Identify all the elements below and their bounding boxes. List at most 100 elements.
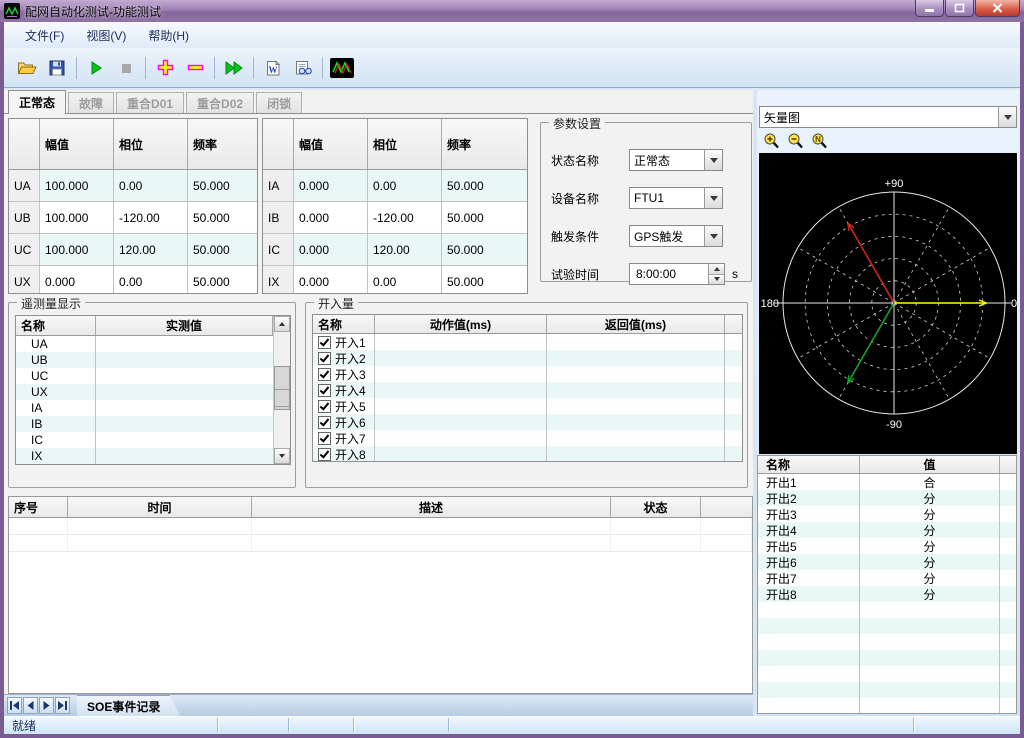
telemetry-name: UB — [16, 352, 96, 368]
checkbox-checked-icon[interactable] — [318, 336, 331, 349]
frequency-cell[interactable]: 50.000 — [188, 170, 257, 201]
action-value-cell — [375, 414, 547, 430]
chevron-down-icon[interactable] — [998, 107, 1016, 127]
tab-重合D02[interactable]: 重合D02 — [186, 92, 254, 113]
phase-cell[interactable]: 0.00 — [368, 170, 442, 201]
menu-item-0[interactable]: 文件(F) — [14, 24, 75, 47]
scroll-down-icon[interactable] — [274, 448, 290, 464]
digital-input-name-cell: 开入7 — [313, 430, 375, 446]
print-preview-icon[interactable] — [290, 55, 316, 81]
telemetry-value — [96, 416, 273, 432]
checkbox-checked-icon[interactable] — [318, 400, 331, 413]
zoom-reset-icon[interactable]: N — [809, 130, 833, 152]
corner-cell — [263, 119, 294, 169]
frequency-cell[interactable]: 50.000 — [442, 266, 527, 294]
telemetry-scrollbar[interactable] — [273, 316, 290, 464]
phase-cell[interactable]: 120.00 — [114, 234, 188, 265]
frequency-cell[interactable]: 50.000 — [188, 234, 257, 265]
param-combo[interactable]: 正常态 — [629, 149, 723, 171]
vector-diagram: +90-901800 — [759, 153, 1017, 454]
chevron-down-icon[interactable] — [704, 188, 722, 208]
tab-闭锁[interactable]: 闭锁 — [256, 92, 302, 113]
nav-first-icon[interactable] — [7, 697, 22, 714]
amplitude-cell[interactable]: 0.000 — [294, 266, 368, 294]
phase-cell[interactable]: 0.00 — [114, 170, 188, 201]
frequency-cell[interactable]: 50.000 — [442, 202, 527, 233]
tab-故障[interactable]: 故障 — [68, 92, 114, 113]
nav-last-icon[interactable] — [55, 697, 70, 714]
phase-cell[interactable]: -120.00 — [368, 202, 442, 233]
frequency-cell[interactable]: 50.000 — [442, 170, 527, 201]
zoom-out-icon[interactable] — [785, 130, 809, 152]
frequency-cell[interactable]: 50.000 — [188, 202, 257, 233]
maximize-button[interactable] — [945, 0, 974, 17]
blank-cell — [1000, 570, 1016, 586]
chevron-down-icon[interactable] — [704, 150, 722, 170]
spin-up-icon[interactable] — [709, 264, 724, 275]
amplitude-cell[interactable]: 100.000 — [40, 234, 114, 265]
amplitude-cell[interactable]: 0.000 — [294, 234, 368, 265]
spin-down-icon[interactable] — [709, 275, 724, 285]
status-bar: 就绪 — [4, 716, 1020, 734]
amplitude-cell[interactable]: 0.000 — [294, 170, 368, 201]
digital-input-row: 开入8 — [313, 446, 742, 462]
word-report-icon[interactable]: W — [260, 55, 286, 81]
blank-cell — [1000, 666, 1016, 682]
corner-cell — [9, 119, 40, 169]
blank-cell — [1000, 698, 1016, 714]
digital-input-name-cell: 开入4 — [313, 382, 375, 398]
checkbox-checked-icon[interactable] — [318, 416, 331, 429]
close-button[interactable] — [975, 0, 1020, 17]
checkbox-checked-icon[interactable] — [318, 432, 331, 445]
phase-cell[interactable]: -120.00 — [114, 202, 188, 233]
run-icon[interactable] — [83, 55, 109, 81]
amplitude-cell[interactable]: 100.000 — [40, 170, 114, 201]
phase-cell[interactable]: 120.00 — [368, 234, 442, 265]
frequency-cell[interactable]: 50.000 — [188, 266, 257, 294]
blank-cell — [1000, 586, 1016, 602]
test-time-spinner[interactable]: 8:00:00 — [629, 263, 725, 285]
tab-重合D01[interactable]: 重合D01 — [116, 92, 184, 113]
amplitude-cell[interactable]: 0.000 — [294, 202, 368, 233]
phase-cell[interactable]: 0.00 — [114, 266, 188, 294]
phase-cell[interactable]: 0.00 — [368, 266, 442, 294]
checkbox-checked-icon[interactable] — [318, 448, 331, 461]
scroll-thumb[interactable] — [274, 366, 290, 410]
checkbox-checked-icon[interactable] — [318, 384, 331, 397]
digital-output-table: 名称 值 开出1合开出2分开出3分开出4分开出5分开出6分开出7分开出8分 — [757, 455, 1017, 714]
frequency-cell[interactable]: 50.000 — [442, 234, 527, 265]
checkbox-checked-icon[interactable] — [318, 352, 331, 365]
param-combo[interactable]: GPS触发 — [629, 225, 723, 247]
tab-soe-events[interactable]: SOE事件记录 — [77, 695, 180, 717]
param-combo[interactable]: FTU1 — [629, 187, 723, 209]
amplitude-cell[interactable]: 0.000 — [40, 266, 114, 294]
checkbox-checked-icon[interactable] — [318, 368, 331, 381]
remove-icon[interactable] — [182, 55, 208, 81]
nav-next-icon[interactable] — [39, 697, 54, 714]
open-icon[interactable] — [14, 55, 40, 81]
channel-label: UX — [9, 266, 40, 294]
chevron-down-icon[interactable] — [704, 226, 722, 246]
digital-output-row: 开出3分 — [758, 506, 1016, 522]
spinner-buttons[interactable] — [708, 264, 724, 284]
waveform-icon[interactable] — [329, 55, 355, 81]
stop-icon[interactable] — [113, 55, 139, 81]
tab-正常态[interactable]: 正常态 — [8, 90, 66, 114]
menu-item-2[interactable]: 帮助(H) — [137, 24, 200, 47]
amplitude-cell[interactable]: 100.000 — [40, 202, 114, 233]
view-selector-combo[interactable]: 矢量图 — [759, 106, 1017, 128]
menu-item-1[interactable]: 视图(V) — [75, 24, 137, 47]
zoom-in-icon[interactable] — [761, 130, 785, 152]
save-icon[interactable] — [44, 55, 70, 81]
title-bar: 配网自动化测试-功能测试 — [0, 0, 1024, 22]
toolbar-separator — [214, 57, 215, 79]
scroll-up-icon[interactable] — [274, 316, 290, 332]
toolbar-separator — [145, 57, 146, 79]
action-value-cell — [375, 334, 547, 350]
blank-cell — [725, 430, 742, 446]
add-icon[interactable] — [152, 55, 178, 81]
digital-output-row: 开出8分 — [758, 586, 1016, 602]
fast-run-icon[interactable] — [221, 55, 247, 81]
minimize-button[interactable] — [915, 0, 944, 17]
nav-prev-icon[interactable] — [23, 697, 38, 714]
